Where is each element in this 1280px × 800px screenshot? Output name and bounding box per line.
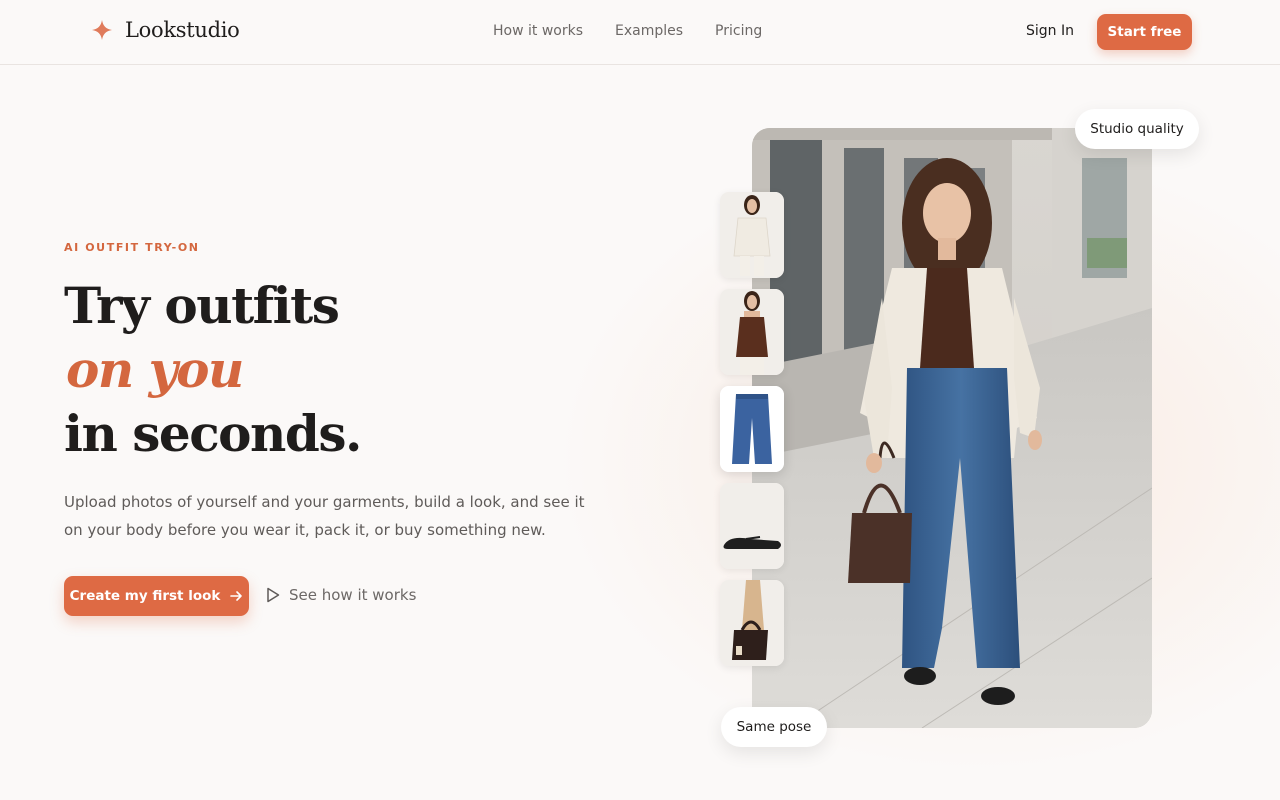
garment-thumb-flats[interactable] [720, 483, 784, 569]
nav-pricing[interactable]: Pricing [715, 23, 762, 39]
sparkle-icon [92, 20, 112, 40]
hero-eyebrow: AI OUTFIT TRY-ON [64, 241, 200, 254]
hero-headline: Try outfits on you in seconds. [64, 274, 362, 466]
play-icon [267, 587, 280, 603]
start-free-button[interactable]: Start free [1097, 14, 1192, 50]
create-first-look-button[interactable]: Create my first look [64, 576, 249, 616]
main-nav: How it works Examples Pricing [493, 23, 762, 39]
same-pose-badge: Same pose [721, 707, 827, 747]
garment-thumb-jeans[interactable] [720, 386, 784, 472]
studio-quality-badge: Studio quality [1075, 109, 1199, 149]
arrow-right-icon [230, 591, 243, 601]
top-navbar: Lookstudio How it works Examples Pricing… [0, 0, 1280, 65]
garment-thumb-blazer[interactable] [720, 192, 784, 278]
headline-accent: on you [66, 340, 244, 399]
hero-description: Upload photos of yourself and your garme… [64, 493, 585, 539]
brand-name: Lookstudio [125, 18, 240, 42]
jeans-thumbnail [720, 386, 784, 472]
headline-line-1: Try outfits [64, 276, 340, 335]
camisole-thumbnail [720, 289, 784, 375]
see-how-it-works-label: See how it works [289, 586, 417, 604]
brand-logo[interactable]: Lookstudio [91, 18, 240, 42]
nav-examples[interactable]: Examples [615, 23, 683, 39]
create-first-look-label: Create my first look [69, 588, 221, 604]
garment-thumb-camisole[interactable] [720, 289, 784, 375]
sign-in-link[interactable]: Sign In [1026, 23, 1074, 39]
blazer-thumbnail [720, 192, 784, 278]
handbag-thumbnail [720, 580, 784, 666]
hero-model-photo [752, 128, 1152, 728]
model-photo-illustration [752, 128, 1152, 728]
nav-how-it-works[interactable]: How it works [493, 23, 583, 39]
headline-line-3: in seconds. [64, 404, 362, 463]
see-how-it-works-link[interactable]: See how it works [266, 586, 416, 604]
garment-thumb-handbag[interactable] [720, 580, 784, 666]
flats-thumbnail [720, 483, 784, 569]
